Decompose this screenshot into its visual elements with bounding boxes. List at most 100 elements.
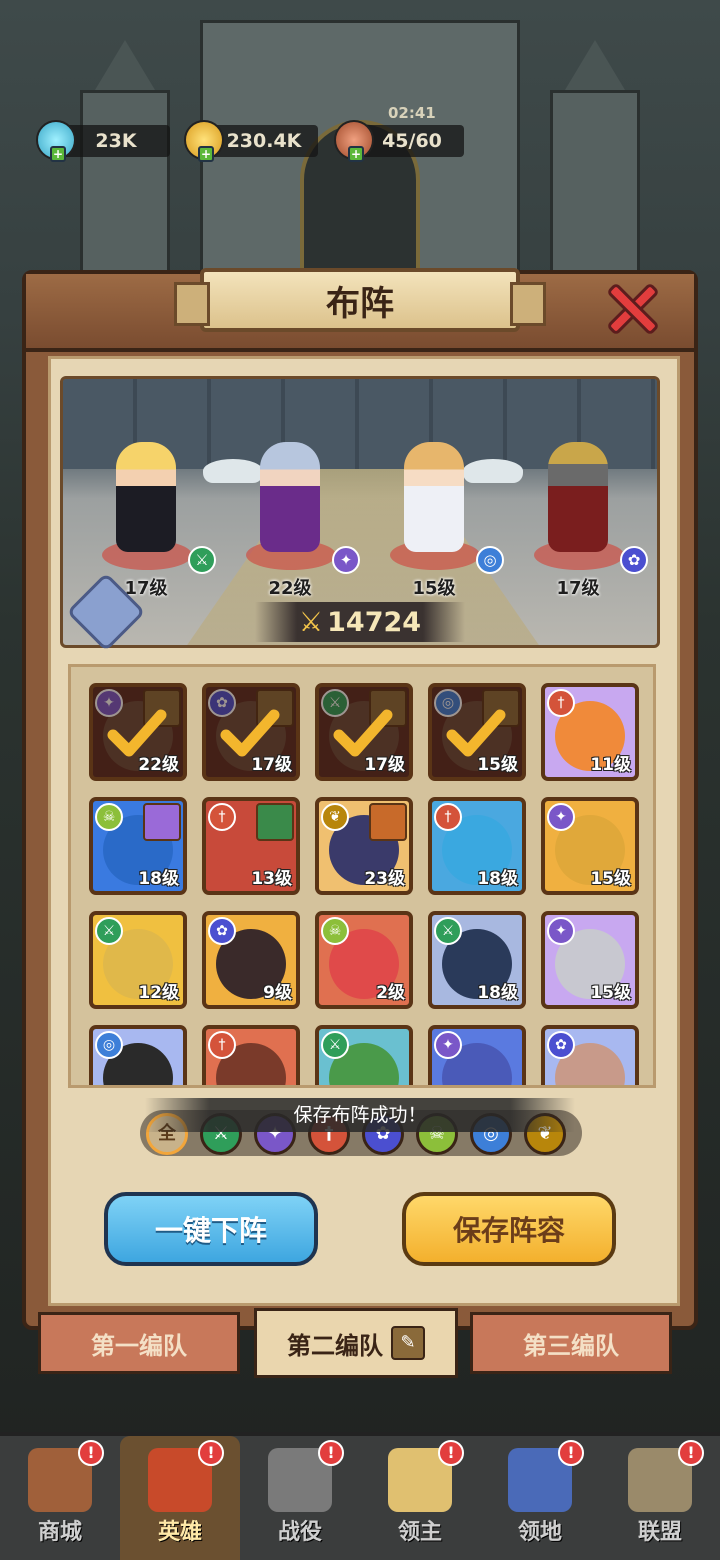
hero-level: 18级 [138,869,179,889]
power-value: 14724 [327,606,422,638]
hero-card[interactable]: ✿ 9级 [202,911,300,1009]
alert-badge-icon: ! [678,1440,704,1466]
alert-badge-icon: ! [78,1440,104,1466]
hero-level: 15级 [590,869,631,889]
alert-badge-icon: ! [198,1440,224,1466]
hero-card[interactable]: ✦ 22级 [89,683,187,781]
tab-team-2[interactable]: 第二编队 ✎ [254,1308,458,1378]
tab-label: 第三编队 [523,1331,619,1360]
hero-card[interactable]: ☠ 18级 [89,797,187,895]
hero-card[interactable]: ◎ 15级 [428,683,526,781]
nav-label: 战役 [277,1520,322,1545]
hero-card[interactable]: ✿ [541,1025,639,1085]
nav-label: 联盟 [637,1520,682,1545]
stamina-timer: 02:41 [388,104,436,122]
hero-level: 17级 [364,755,405,775]
hero-level: 15级 [412,578,456,599]
paw-icon: ✿ [208,917,236,945]
hero-level: 11级 [590,755,631,775]
stage-hero-slot[interactable]: ◎ 15级 [364,436,504,616]
tab-label: 第二编队 [287,1331,383,1360]
hero-card[interactable]: ✦ 15级 [541,797,639,895]
skull-icon: ☠ [321,917,349,945]
nav-item-territory[interactable]: ! 领地 [480,1436,600,1560]
save-lineup-button[interactable]: 保存阵容 [402,1192,616,1266]
hero-level: 12级 [138,983,179,1003]
equipment-icon [369,803,407,841]
panel-title: 布阵 [174,268,546,332]
hero-level: 15级 [590,983,631,1003]
nav-item-lord[interactable]: ! 领主 [360,1436,480,1560]
paw-icon: ✿ [620,546,648,574]
hero-card[interactable]: ✦ 15级 [541,911,639,1009]
wing-icon: ❦ [321,803,349,831]
hero-card[interactable]: ✿ 17级 [202,683,300,781]
add-stamina-button[interactable]: + [348,146,364,162]
nav-label: 领地 [517,1520,562,1545]
hero-level: 9级 [263,983,292,1003]
sword-icon: † [208,1031,236,1059]
hero-level: 15级 [477,755,518,775]
tab-team-3[interactable]: 第三编队 [470,1312,672,1374]
hero-level: 22级 [138,755,179,775]
staff-icon: ✦ [547,917,575,945]
hero-card[interactable]: ⚔ 18级 [428,911,526,1009]
rename-quill-icon[interactable]: ✎ [391,1326,425,1360]
battle-power: ⚔ 14724 [255,602,465,642]
hero-card[interactable]: ⚔ 12级 [89,911,187,1009]
bow-icon: ⚔ [434,917,462,945]
add-gems-button[interactable]: + [50,146,66,162]
hero-card[interactable]: ◎ [89,1025,187,1085]
gold-counter: 230.4K [210,125,318,157]
close-button[interactable] [604,282,660,336]
hero-figure [260,442,320,552]
add-gold-button[interactable]: + [198,146,214,162]
skull-icon: ☠ [95,803,123,831]
toast-message: 保存布阵成功！ [145,1098,575,1132]
nav-item-shop[interactable]: ! 商城 [0,1436,120,1560]
hero-level: 17级 [556,578,600,599]
hero-figure [548,442,608,552]
hero-figure [404,442,464,552]
hero-figure [116,442,176,552]
stage-hero-slot[interactable]: ✿ 17级 [508,436,648,616]
hero-card[interactable]: ✦ [428,1025,526,1085]
sword-icon: ⚔ [298,606,324,638]
tab-label: 第一编队 [91,1331,187,1360]
equipment-icon [256,803,294,841]
hero-card[interactable]: † [202,1025,300,1085]
hero-card[interactable]: ❦ 23级 [315,797,413,895]
swirl-icon: ◎ [95,1031,123,1059]
nav-label: 领主 [397,1520,442,1545]
unequip-all-button[interactable]: 一键下阵 [104,1192,318,1266]
hero-level: 18级 [477,869,518,889]
stamina-counter: 45/60 [360,125,464,157]
hero-level: 22级 [268,578,312,599]
alert-badge-icon: ! [558,1440,584,1466]
paw-icon: ✿ [547,1031,575,1059]
stage-hero-slot[interactable]: ✦ 22级 [220,436,360,616]
hero-card[interactable]: † 13级 [202,797,300,895]
nav-item-hero-card[interactable]: ! 英雄 [120,1436,240,1560]
alert-badge-icon: ! [438,1440,464,1466]
tab-team-1[interactable]: 第一编队 [38,1312,240,1374]
alert-badge-icon: ! [318,1440,344,1466]
swirl-icon: ◎ [476,546,504,574]
bow-icon: ⚔ [188,546,216,574]
hero-card[interactable]: † 18级 [428,797,526,895]
bow-icon: ⚔ [95,917,123,945]
hero-level: 23级 [364,869,405,889]
hero-level: 18级 [477,983,518,1003]
hero-card[interactable]: ⚔ 17级 [315,683,413,781]
nav-item-alliance[interactable]: ! 联盟 [600,1436,720,1560]
hero-card[interactable]: ⚔ [315,1025,413,1085]
hero-grid[interactable]: ✦ 22级 ✿ 17级 ⚔ 17级 ◎ 15级 † 11级 ☠ 18级 † 13级 ❦ 23级 † 18级 ✦ 15级… [68,664,656,1088]
equipment-icon [143,803,181,841]
hero-card[interactable]: ☠ 2级 [315,911,413,1009]
hero-level: 13级 [251,869,292,889]
nav-label: 商城 [37,1520,82,1545]
sword-icon: † [434,803,462,831]
hero-card[interactable]: † 11级 [541,683,639,781]
nav-item-battle[interactable]: ! 战役 [240,1436,360,1560]
staff-icon: ✦ [332,546,360,574]
